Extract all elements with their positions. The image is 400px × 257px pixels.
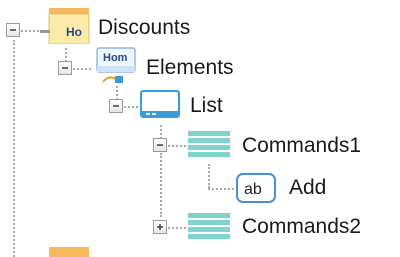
tree-connector <box>208 188 234 190</box>
expand-toggle[interactable] <box>153 220 167 234</box>
list-window-icon <box>140 90 180 118</box>
tree-connector <box>13 40 15 257</box>
ab-button-icon: ab <box>236 173 276 203</box>
node-label[interactable]: List <box>190 93 223 119</box>
node-label[interactable]: Discounts <box>98 15 190 41</box>
node-label[interactable]: Commands2 <box>242 214 361 240</box>
tree-connector <box>73 68 91 70</box>
tree-connector <box>168 227 186 229</box>
form-elements-icon: Hom <box>96 47 136 83</box>
add-icon-text: ab <box>244 181 262 198</box>
command-list-icon <box>188 213 230 239</box>
tree-connector <box>168 145 186 147</box>
tree-connector <box>208 164 210 188</box>
node-label[interactable]: Elements <box>146 55 234 81</box>
record-table-icon: Ho <box>40 8 90 44</box>
elements-icon-text: Hom <box>103 52 128 64</box>
command-list-icon <box>188 131 230 157</box>
minus-icon <box>157 144 163 146</box>
collapse-toggle[interactable] <box>6 23 20 37</box>
node-label[interactable]: Commands1 <box>242 133 361 159</box>
collapse-toggle[interactable] <box>58 61 72 75</box>
minus-icon <box>113 105 119 107</box>
minus-icon <box>10 29 16 31</box>
collapse-toggle[interactable] <box>153 138 167 152</box>
discounts-icon-text: Ho <box>66 25 82 39</box>
minus-icon <box>62 67 68 69</box>
node-label[interactable]: Add <box>289 175 326 201</box>
plus-icon <box>157 224 163 230</box>
next-node-icon-partial <box>49 247 89 257</box>
tree-connector <box>124 106 138 108</box>
collapse-toggle[interactable] <box>109 99 123 113</box>
tree-connector <box>21 30 39 32</box>
tree-connector <box>160 153 162 217</box>
tree-view: Ho Discounts Hom Elements List Commands1… <box>0 0 400 257</box>
